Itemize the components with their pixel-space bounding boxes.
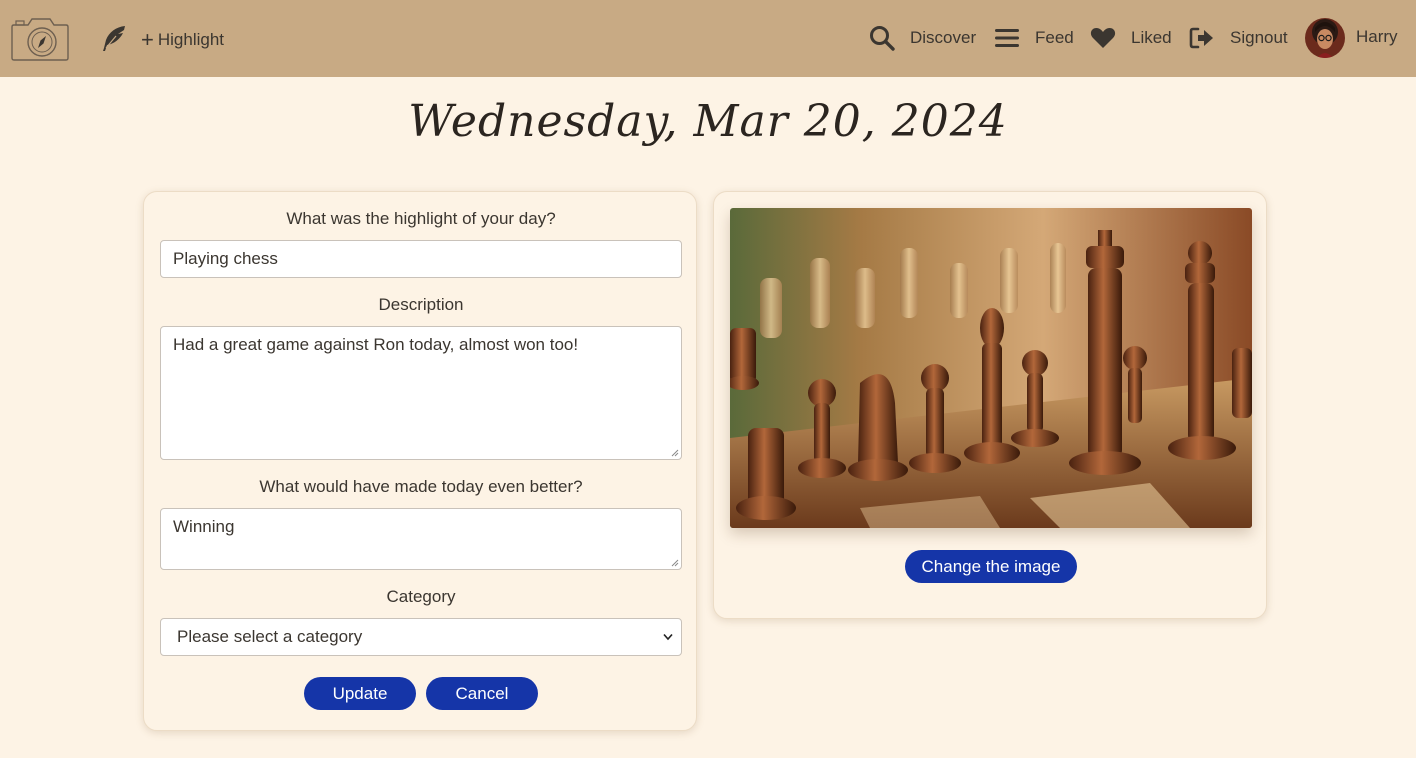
nav-feed-label: Feed	[1035, 28, 1074, 47]
nav-liked[interactable]: Liked	[1090, 22, 1172, 54]
nav-discover[interactable]: Discover	[869, 22, 976, 54]
better-textarea[interactable]: Winning	[160, 508, 682, 570]
category-selected-value: Please select a category	[177, 627, 363, 646]
add-highlight-link[interactable]: + Highlight	[141, 28, 224, 52]
better-text: Winning	[173, 517, 235, 536]
heart-icon	[1090, 28, 1116, 48]
nav-signout[interactable]: Signout	[1189, 22, 1288, 54]
highlight-link-label: Highlight	[157, 30, 225, 49]
update-button[interactable]: Update	[304, 677, 416, 710]
description-label: Description	[378, 295, 464, 314]
chevron-down-icon	[663, 633, 673, 641]
better-question-label: What would have made today even better?	[259, 477, 583, 496]
cancel-button[interactable]: Cancel	[426, 677, 538, 710]
image-card: Change the image	[713, 191, 1267, 619]
menu-lines-icon	[995, 29, 1019, 47]
highlight-image	[730, 208, 1252, 528]
resize-handle-icon[interactable]	[671, 559, 679, 567]
sign-out-icon	[1189, 27, 1213, 49]
highlight-form-card: What was the highlight of your day? Play…	[143, 191, 697, 731]
description-textarea[interactable]: Had a great game against Ron today, almo…	[160, 326, 682, 460]
description-text: Had a great game against Ron today, almo…	[173, 335, 579, 354]
top-navbar: + Highlight Discover Feed Liked Signout	[0, 0, 1416, 77]
page-title-date: Wednesday, Mar 20, 2024	[408, 96, 1008, 147]
category-select[interactable]: Please select a category	[160, 618, 682, 656]
user-name[interactable]: Harry	[1356, 27, 1398, 47]
nav-signout-label: Signout	[1230, 28, 1288, 47]
camera-logo-icon[interactable]	[10, 15, 70, 61]
nav-discover-label: Discover	[910, 28, 977, 47]
highlight-question-label: What was the highlight of your day?	[286, 209, 556, 228]
nav-liked-label: Liked	[1131, 28, 1172, 47]
highlight-title-input[interactable]: Playing chess	[160, 240, 682, 278]
search-icon	[870, 26, 895, 51]
resize-handle-icon[interactable]	[671, 449, 679, 457]
feather-icon[interactable]	[100, 24, 128, 52]
nav-feed[interactable]: Feed	[994, 22, 1074, 54]
plus-icon: +	[141, 27, 154, 52]
change-image-button[interactable]: Change the image	[905, 550, 1077, 583]
category-label: Category	[386, 587, 456, 606]
user-avatar[interactable]	[1305, 18, 1345, 58]
